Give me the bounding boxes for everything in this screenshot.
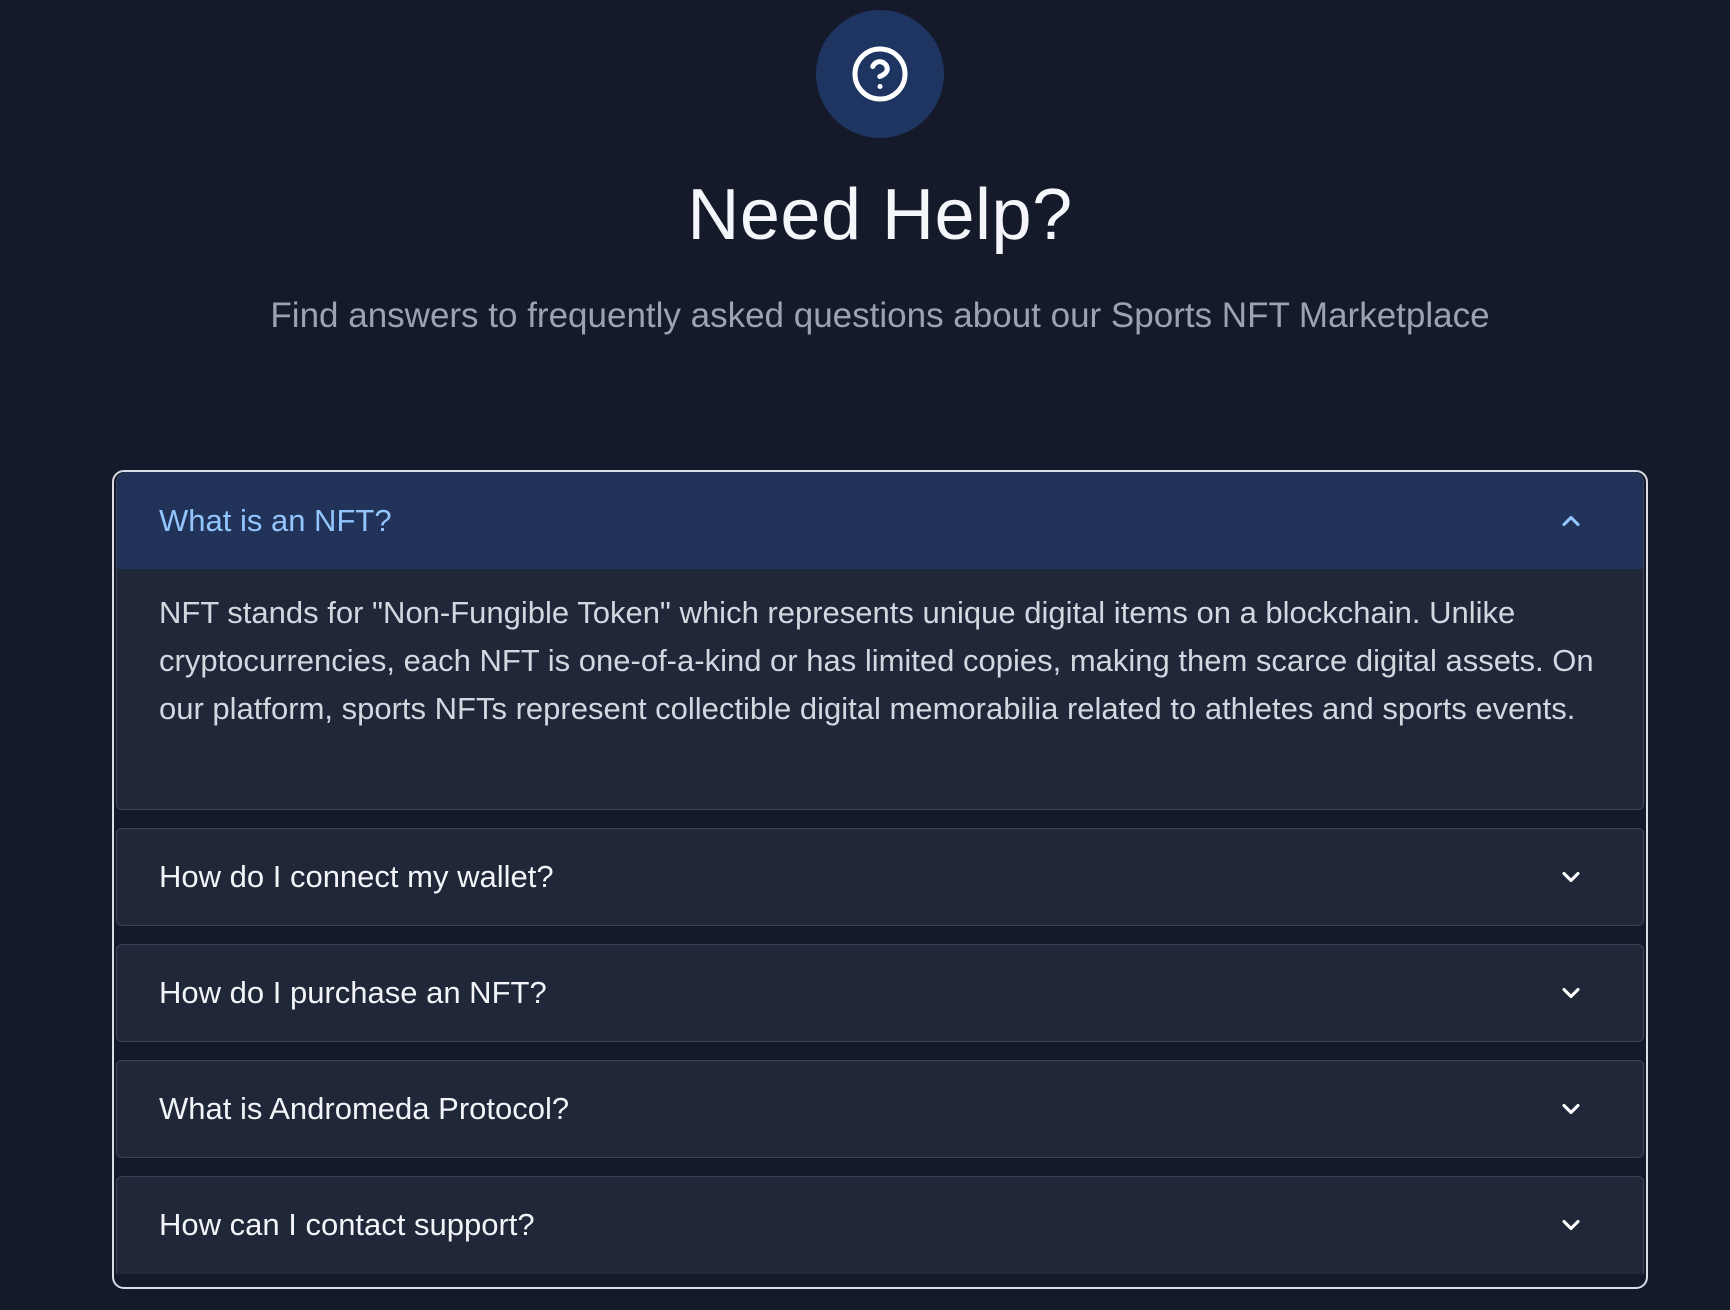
faq-question-toggle[interactable]: What is an NFT? bbox=[117, 472, 1643, 569]
faq-question-text: How can I contact support? bbox=[159, 1207, 535, 1242]
chevron-down-icon bbox=[1557, 1211, 1585, 1239]
faq-question-text: What is Andromeda Protocol? bbox=[159, 1091, 570, 1126]
chevron-down-icon bbox=[1557, 979, 1585, 1007]
faq-question-toggle[interactable]: How do I purchase an NFT? bbox=[117, 945, 1643, 1041]
chevron-down-icon bbox=[1557, 863, 1585, 891]
faq-item-andromeda-protocol: What is Andromeda Protocol? bbox=[116, 1060, 1644, 1158]
faq-item-connect-wallet: How do I connect my wallet? bbox=[116, 828, 1644, 926]
faq-question-text: How do I connect my wallet? bbox=[159, 859, 554, 894]
faq-question-toggle[interactable]: How do I connect my wallet? bbox=[117, 829, 1643, 925]
faq-page: Need Help? Find answers to frequently as… bbox=[0, 0, 1730, 1310]
faq-question-toggle[interactable]: How can I contact support? bbox=[117, 1177, 1643, 1273]
faq-question-text: How do I purchase an NFT? bbox=[159, 975, 547, 1010]
faq-accordion: What is an NFT? NFT stands for "Non-Fung… bbox=[112, 470, 1648, 1289]
faq-item-purchase-nft: How do I purchase an NFT? bbox=[116, 944, 1644, 1042]
page-title: Need Help? bbox=[687, 175, 1073, 255]
question-circle-icon bbox=[816, 10, 944, 138]
page-subtitle: Find answers to frequently asked questio… bbox=[270, 296, 1490, 335]
faq-question-text: What is an NFT? bbox=[159, 502, 392, 538]
faq-answer-text: NFT stands for "Non-Fungible Token" whic… bbox=[159, 595, 1594, 726]
faq-item-contact-support: How can I contact support? bbox=[116, 1176, 1644, 1274]
chevron-up-icon bbox=[1557, 507, 1585, 535]
faq-question-toggle[interactable]: What is Andromeda Protocol? bbox=[117, 1061, 1643, 1157]
faq-item-what-is-nft: What is an NFT? NFT stands for "Non-Fung… bbox=[116, 472, 1644, 810]
chevron-down-icon bbox=[1557, 1095, 1585, 1123]
